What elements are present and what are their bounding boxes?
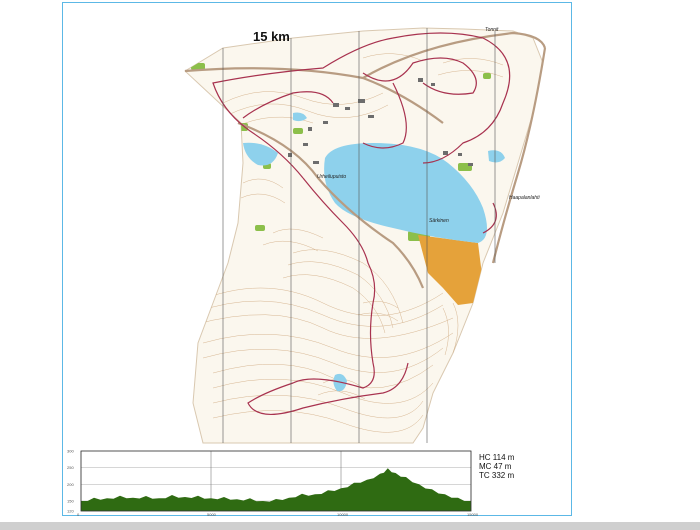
label-sarkinen: Särkinen — [429, 218, 449, 224]
map-frame: 15 km Tonnit Urheilupuisto Haapalanlahti… — [62, 2, 572, 517]
profile-y-tick: 200 — [67, 482, 74, 487]
stat-tc: TC 332 m — [479, 471, 515, 480]
stat-hc: HC 114 m — [479, 453, 515, 462]
profile-x-tick: 5000 — [207, 512, 217, 517]
bottom-bar — [0, 522, 700, 530]
profile-y-tick: 120 — [67, 509, 74, 514]
label-urheilupuisto: Urheilupuisto — [317, 174, 346, 180]
terrain-area — [184, 27, 544, 444]
stat-mc: MC 47 m — [479, 462, 512, 471]
label-tonnit: Tonnit — [485, 27, 499, 33]
orienteering-map: 15 km Tonnit Urheilupuisto Haapalanlahti… — [184, 27, 547, 444]
profile-y-tick: 150 — [67, 499, 74, 504]
map-title: 15 km — [253, 29, 290, 44]
profile-y-tick: 300 — [67, 449, 74, 454]
profile-x-tick: 15000 — [467, 512, 479, 517]
profile-x-tick: 0 — [77, 512, 80, 517]
profile-y-tick: 250 — [67, 465, 74, 470]
label-haapalanlahti: Haapalanlahti — [509, 195, 540, 201]
elevation-profile-fill — [81, 468, 471, 511]
profile-x-tick: 10000 — [337, 512, 349, 517]
